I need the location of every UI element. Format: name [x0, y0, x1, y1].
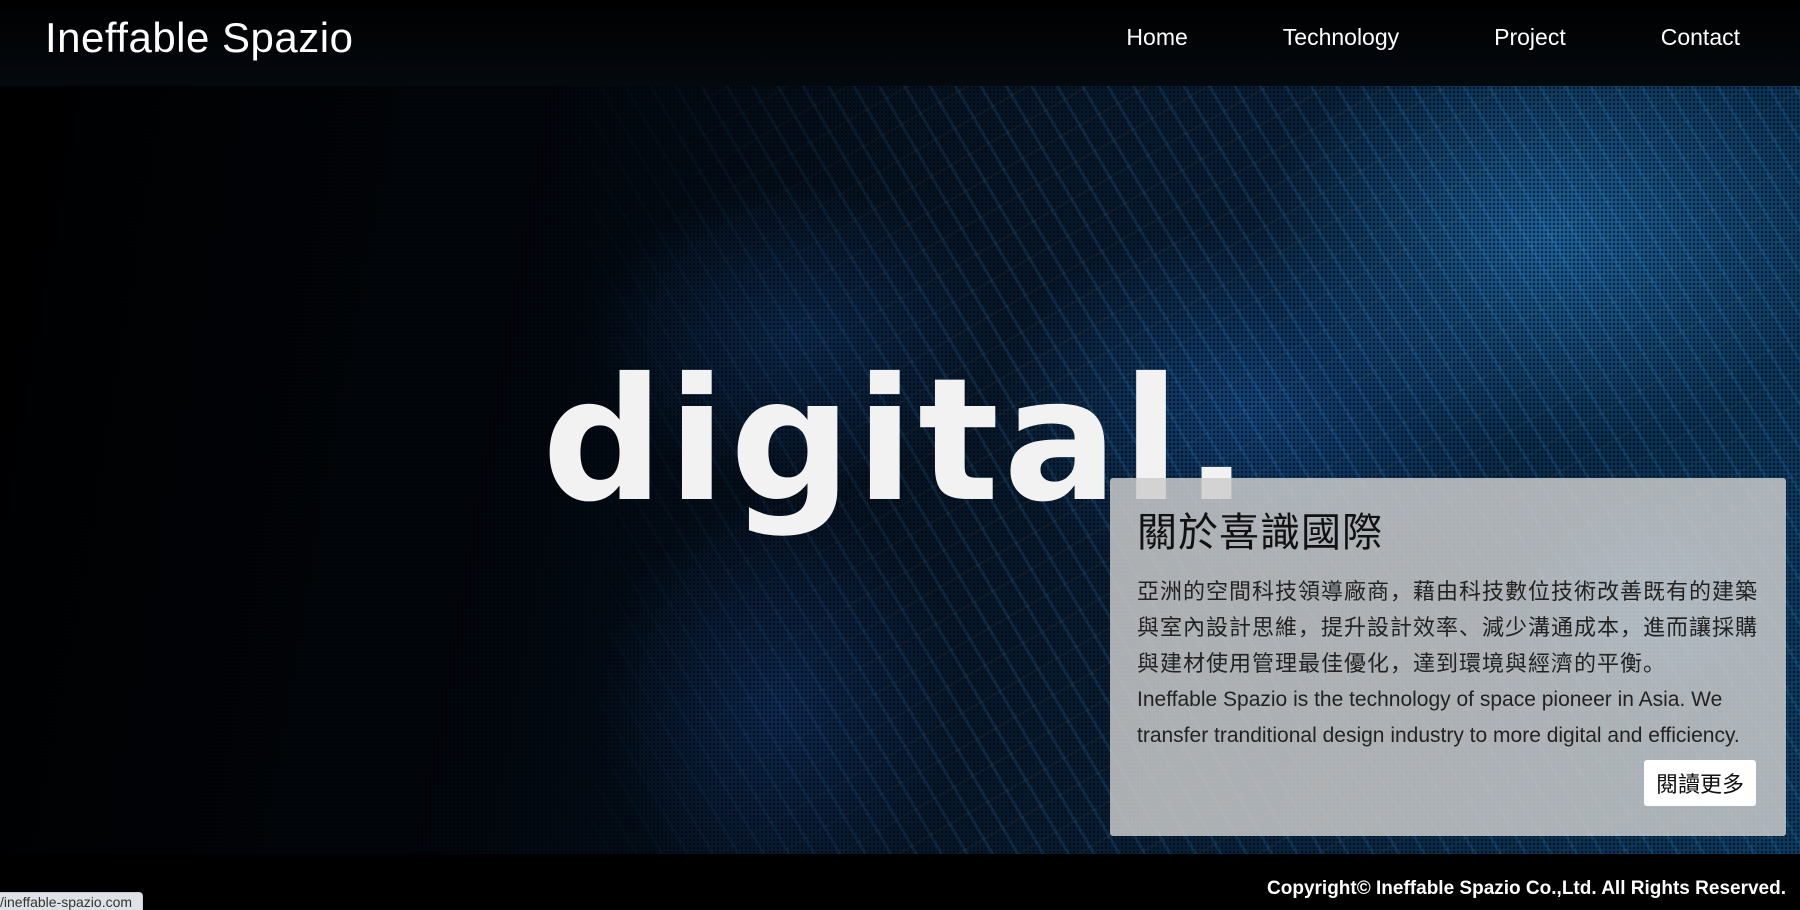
- nav-contact-link[interactable]: Contact: [1661, 24, 1740, 51]
- about-title: 關於喜識國際: [1137, 511, 1383, 555]
- about-description-en: Ineffable Spazio is the technology of sp…: [1137, 688, 1740, 747]
- browser-status-url: /ineffable-spazio.com: [0, 892, 144, 910]
- nav-project-link[interactable]: Project: [1494, 24, 1566, 51]
- nav-technology-link[interactable]: Technology: [1283, 24, 1399, 51]
- about-card: 關於喜識國際 亞洲的空間科技領導廠商，藉由科技數位技術改善既有的建築與室內設計思…: [1110, 478, 1786, 836]
- copyright-text: Copyright© Ineffable Spazio Co.,Ltd. All…: [1267, 878, 1786, 899]
- about-description-zh: 亞洲的空間科技領導廠商，藉由科技數位技術改善既有的建築與室內設計思維，提升設計效…: [1137, 579, 1759, 676]
- main-nav: Home Technology Project Contact: [1031, 24, 1740, 51]
- nav-home-link[interactable]: Home: [1126, 24, 1187, 51]
- site-footer: Copyright© Ineffable Spazio Co.,Ltd. All…: [0, 854, 1800, 910]
- read-more-button[interactable]: 閱讀更多: [1643, 760, 1756, 806]
- brand-logo-link[interactable]: Ineffable Spazio: [45, 14, 353, 62]
- site-header: Ineffable Spazio Home Technology Project…: [0, 0, 1800, 86]
- page: Ineffable Spazio Home Technology Project…: [0, 0, 1800, 910]
